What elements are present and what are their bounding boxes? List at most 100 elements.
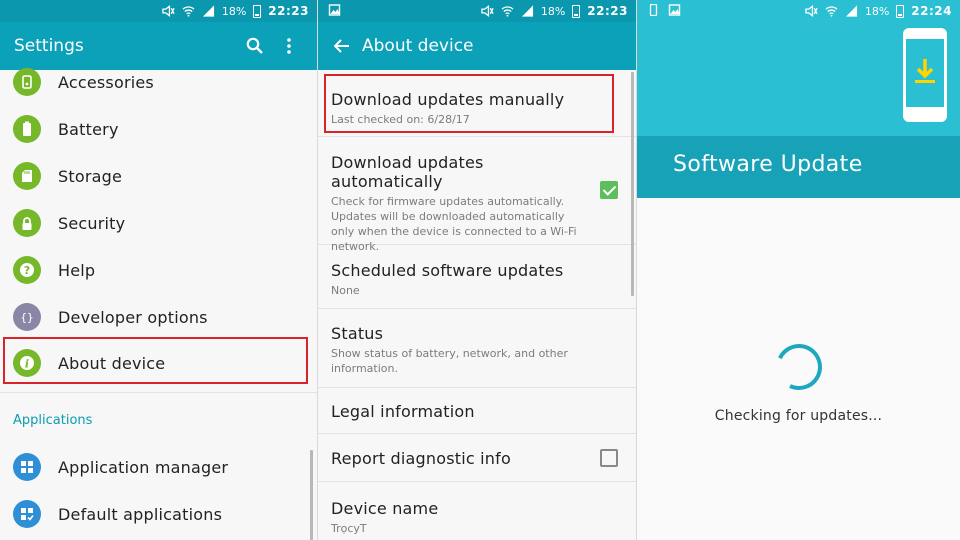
legal-information[interactable]: Legal information [318,388,636,434]
mute-icon [805,5,818,17]
software-update-header: Software Update [637,22,960,198]
phone-screen [906,39,944,107]
settings-item-storage[interactable]: Storage [0,154,317,198]
back-button[interactable] [332,32,352,60]
clock: 22:24 [911,4,952,18]
page-title: Settings [14,36,84,56]
item-title: Scheduled software updates [331,261,564,280]
settings-item-accessories[interactable]: Accessories [0,60,317,104]
about-app-bar: About device [318,22,636,70]
settings-item-default-applications[interactable]: Default applications [0,492,317,536]
more-vert-icon [287,38,291,54]
settings-item-help[interactable]: ? Help [0,248,317,292]
settings-item-label: Accessories [58,72,154,92]
settings-list: Accessories Battery Storage Security ? H… [0,68,317,540]
report-diagnostic-info[interactable]: Report diagnostic info [318,434,636,482]
battery-status-icon [572,4,581,18]
back-arrow-icon [334,39,349,53]
status-bar: 18% 22:23 [0,0,317,22]
item-subtitle: Last checked on: 6/28/17 [331,113,470,126]
header-banner [637,22,960,136]
settings-item-label: Help [58,260,96,280]
settings-item-label: Storage [58,166,123,186]
notification-icons [647,4,681,16]
scrollbar[interactable] [310,450,313,540]
about-device-list: Download updates manually Last checked o… [318,70,636,540]
wifi-icon [825,6,838,17]
clock: 22:23 [268,4,309,18]
more-options-button[interactable] [275,32,303,60]
page-title: Software Update [673,152,863,177]
grid-icon [13,453,41,481]
battery-status-icon [253,4,262,18]
checking-status-text: Checking for updates... [714,408,883,424]
item-subtitle: None [331,284,360,297]
svg-text:i: i [25,358,29,371]
settings-item-label: About device [58,353,166,373]
clock: 22:23 [587,4,628,18]
accessories-icon [13,68,41,96]
gallery-icon [328,4,341,16]
mute-icon [162,5,175,17]
settings-item-about-device[interactable]: i About device [0,341,317,385]
signal-icon [845,5,857,17]
item-subtitle: Show status of battery, network, and oth… [331,347,568,375]
download-updates-manually[interactable]: Download updates manually Last checked o… [318,70,636,137]
storage-icon [13,162,41,190]
section-header-applications: Applications [13,413,93,428]
item-title: Device name [331,499,439,518]
gallery-icon [668,4,681,16]
help-icon: ? [13,256,41,284]
mute-icon [481,5,494,17]
diagnostic-checkbox[interactable] [600,449,618,467]
item-title: Download updates manually [331,90,565,109]
svg-text:?: ? [24,264,30,277]
search-icon [246,37,263,54]
battery-status-icon [896,4,905,18]
signal-icon [521,5,533,17]
scheduled-software-updates[interactable]: Scheduled software updates None [318,245,636,309]
battery-percent: 18% [864,4,890,18]
download-arrow-icon [915,59,935,83]
item-subtitle: TrọcyT [331,522,367,535]
item-title: Status [331,324,384,343]
phone-notification-icon [649,4,658,16]
settings-item-label: Application manager [58,457,229,477]
settings-item-security[interactable]: Security [0,201,317,245]
scrollbar[interactable] [631,72,634,296]
wifi-icon [182,6,195,17]
status-item[interactable]: Status Show status of battery, network, … [318,309,636,388]
lock-icon [13,209,41,237]
software-update-screen: 18% 22:24 Software Update Checking for u… [637,0,960,540]
battery-percent: 18% [540,4,566,18]
status-bar: 18% 22:24 [637,0,960,22]
svg-text:{}: {} [20,311,33,323]
settings-screen: 18% 22:23 Settings Accessories Battery S… [0,0,317,540]
notification-icons [328,4,341,16]
item-title: Report diagnostic info [331,449,511,468]
settings-item-label: Developer options [58,307,208,327]
info-icon: i [13,349,41,377]
signal-icon [202,5,214,17]
settings-item-application-manager[interactable]: Application manager [0,445,317,489]
about-device-screen: 18% 22:23 About device Download updates … [318,0,636,540]
battery-percent: 18% [221,4,247,18]
braces-icon: {} [13,303,41,331]
auto-update-checkbox[interactable] [600,181,618,199]
phone-download-icon [903,28,947,122]
device-name[interactable]: Device name TrọcyT [318,482,636,540]
settings-item-battery[interactable]: Battery [0,107,317,151]
search-button[interactable] [241,32,269,60]
loading-spinner [769,337,829,397]
status-bar: 18% 22:23 [318,0,636,22]
page-title: About device [362,36,474,56]
settings-item-label: Security [58,213,126,233]
settings-item-label: Battery [58,119,119,139]
settings-item-developer-options[interactable]: {} Developer options [0,295,317,339]
battery-icon [13,115,41,143]
divider [0,392,317,393]
grid-check-icon [13,500,41,528]
download-updates-automatically[interactable]: Download updates automatically Check for… [318,137,636,253]
wifi-icon [501,6,514,17]
item-title: Download updates automatically [331,153,484,191]
